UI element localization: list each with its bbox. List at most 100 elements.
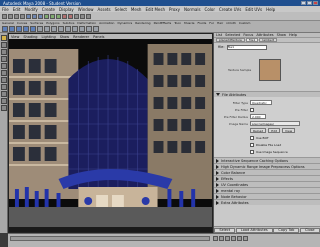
four-view-layout-icon[interactable] xyxy=(0,98,7,104)
split-icon[interactable] xyxy=(79,26,85,32)
torus-icon[interactable] xyxy=(37,26,43,32)
toggle-channel-box-icon[interactable] xyxy=(86,13,91,19)
minimize-button[interactable] xyxy=(301,1,306,5)
maximize-button[interactable] xyxy=(307,1,312,5)
single-perspective-layout-icon[interactable] xyxy=(0,91,7,97)
select-button[interactable]: Select xyxy=(214,227,236,233)
step-forward-icon[interactable] xyxy=(237,236,242,241)
select-by-hierarchy-icon[interactable] xyxy=(26,13,31,19)
cube-icon[interactable] xyxy=(9,26,15,32)
snap-curve-icon[interactable] xyxy=(50,13,55,19)
close-button[interactable] xyxy=(313,1,318,5)
image-name-field[interactable]: sourceimages/ xyxy=(250,121,300,126)
shelf-tab[interactable]: Surfaces xyxy=(30,21,43,25)
pre-filter-checkbox[interactable] xyxy=(250,107,254,112)
menu-display[interactable]: Display xyxy=(59,7,74,12)
cylinder-icon[interactable] xyxy=(16,26,22,32)
perspective-viewport[interactable]: View Shading Lighting Show Renderer Pane… xyxy=(8,33,213,233)
viewport-menu-lighting[interactable]: Lighting xyxy=(42,35,56,39)
open-scene-icon[interactable] xyxy=(14,13,19,19)
paint-select-icon[interactable] xyxy=(0,49,7,55)
outliner-layout-icon[interactable] xyxy=(0,105,7,111)
viewport-menu-panels[interactable]: Panels xyxy=(93,35,104,39)
menu-create-uvs[interactable]: Create UVs xyxy=(219,7,241,12)
scale-tool-icon[interactable] xyxy=(0,70,7,76)
append-icon[interactable] xyxy=(93,26,99,32)
pre-filter-radius-field[interactable]: 2.000 xyxy=(250,114,266,119)
lasso-tool-icon[interactable] xyxy=(0,42,7,48)
shelf-tab[interactable]: Polygons xyxy=(46,21,59,25)
select-by-component-icon[interactable] xyxy=(38,13,43,19)
bevel-icon[interactable] xyxy=(51,26,57,32)
snap-grid-icon[interactable] xyxy=(44,13,49,19)
shelf-tab[interactable]: Dynamics xyxy=(117,21,132,25)
play-backward-icon[interactable] xyxy=(225,236,230,241)
new-scene-icon[interactable] xyxy=(8,13,13,19)
separate-icon[interactable] xyxy=(65,26,71,32)
filter-type-dropdown[interactable]: Quadratic xyxy=(250,100,272,105)
toggle-attribute-editor-icon[interactable] xyxy=(80,13,85,19)
shelf-tab[interactable]: nCloth xyxy=(226,21,236,25)
load-attributes-button[interactable]: Load Attributes xyxy=(235,227,273,233)
tab-place2dtexture[interactable]: place2dTexture xyxy=(216,38,245,42)
shelf-tab[interactable]: Custom xyxy=(239,21,251,25)
play-forward-icon[interactable] xyxy=(231,236,236,241)
close-editor-button[interactable]: Close xyxy=(300,227,320,233)
save-scene-icon[interactable] xyxy=(20,13,25,19)
menu-help[interactable]: Help xyxy=(266,7,275,12)
shelf-tab[interactable]: Fur xyxy=(209,21,214,25)
menu-color[interactable]: Color xyxy=(205,7,215,12)
viewport-menu-renderer[interactable]: Renderer xyxy=(73,35,89,39)
tab-file1[interactable]: file1 xyxy=(245,38,259,42)
shelf-tab[interactable]: Hair xyxy=(217,21,223,25)
merge-icon[interactable] xyxy=(86,26,92,32)
ipr-render-icon[interactable] xyxy=(68,13,73,19)
move-tool-icon[interactable] xyxy=(0,56,7,62)
shelf-tab[interactable]: Curves xyxy=(17,21,27,25)
step-back-icon[interactable] xyxy=(219,236,224,241)
shelf-tab[interactable]: Subdivs xyxy=(63,21,75,25)
ae-menu-list[interactable]: List xyxy=(216,33,222,37)
section-high-dynamic-range[interactable]: High Dynamic Range Image Preprocess Opti… xyxy=(214,163,320,169)
sphere-icon[interactable] xyxy=(2,26,8,32)
menu-edit-mesh[interactable]: Edit Mesh xyxy=(145,7,165,12)
ae-menu-show[interactable]: Show xyxy=(277,33,286,37)
rotate-tool-icon[interactable] xyxy=(0,63,7,69)
menu-assets[interactable]: Assets xyxy=(98,7,111,12)
go-to-end-icon[interactable] xyxy=(243,236,248,241)
menu-create[interactable]: Create xyxy=(42,7,55,12)
mode-selector[interactable] xyxy=(2,13,7,19)
disable-file-load-checkbox[interactable] xyxy=(250,142,254,147)
menu-window[interactable]: Window xyxy=(78,7,94,12)
time-ruler[interactable] xyxy=(10,236,210,241)
render-current-frame-icon[interactable] xyxy=(62,13,67,19)
shelf-tab[interactable]: Deformation xyxy=(77,21,96,25)
shelf-tab[interactable]: General xyxy=(2,21,14,25)
use-image-sequence-checkbox[interactable] xyxy=(250,149,254,154)
viewport-menu-view[interactable]: View xyxy=(11,35,19,39)
extrude-icon[interactable] xyxy=(44,26,50,32)
ae-menu-help[interactable]: Help xyxy=(289,33,297,37)
plane-icon[interactable] xyxy=(30,26,36,32)
menu-normals[interactable]: Normals xyxy=(184,7,201,12)
menu-edit-uvs[interactable]: Edit UVs xyxy=(245,7,262,12)
menu-file[interactable]: File xyxy=(2,7,9,12)
viewport-menu-show[interactable]: Show xyxy=(60,35,69,39)
shelf-tab[interactable]: Toon xyxy=(174,21,181,25)
texture-sample-swatch[interactable] xyxy=(259,59,281,81)
viewport-menu-shading[interactable]: Shading xyxy=(23,35,37,39)
edit-button[interactable]: Edit xyxy=(268,128,281,133)
last-tool-icon[interactable] xyxy=(0,84,7,90)
menu-modify[interactable]: Modify xyxy=(24,7,37,12)
shelf-tab[interactable]: Rendering xyxy=(135,21,150,25)
menu-select[interactable]: Select xyxy=(115,7,127,12)
menu-edit[interactable]: Edit xyxy=(13,7,21,12)
select-tool-icon[interactable] xyxy=(0,35,7,41)
manipulator-icon[interactable] xyxy=(0,77,7,83)
ae-menu-attributes[interactable]: Attributes xyxy=(256,33,273,37)
ae-menu-focus[interactable]: Focus xyxy=(243,33,253,37)
smooth-icon[interactable] xyxy=(72,26,78,32)
shelf-tab[interactable]: Animation xyxy=(99,21,114,25)
ae-menu-selected[interactable]: Selected xyxy=(225,33,240,37)
snap-point-icon[interactable] xyxy=(56,13,61,19)
